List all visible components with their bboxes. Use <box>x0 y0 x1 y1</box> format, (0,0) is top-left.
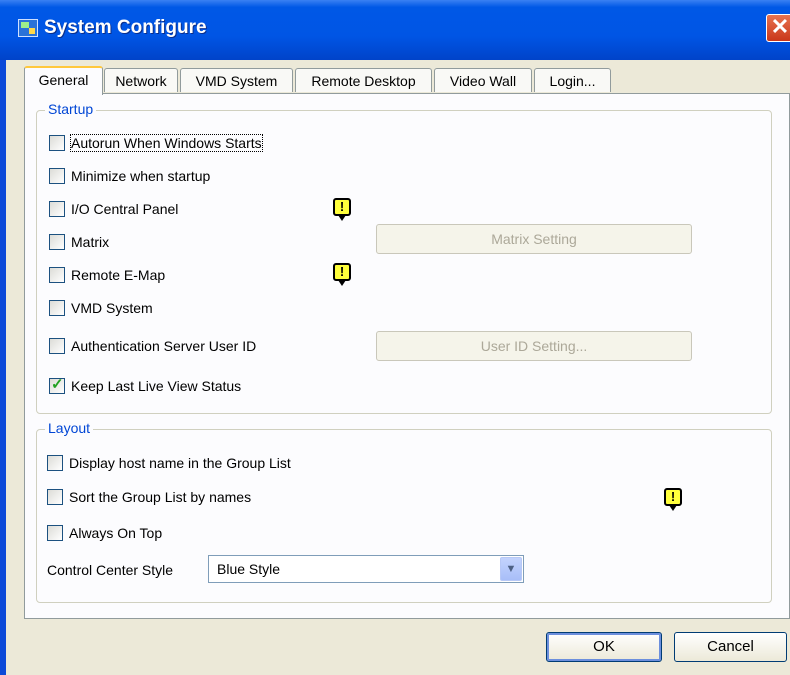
display-host-checkbox[interactable] <box>47 455 63 471</box>
keep-live-option[interactable]: Keep Last Live View Status <box>49 375 241 397</box>
auth-server-label: Authentication Server User ID <box>71 338 257 354</box>
remote-emap-option[interactable]: Remote E-Map <box>49 264 165 286</box>
remote-emap-label: Remote E-Map <box>71 267 166 283</box>
always-on-top-checkbox[interactable] <box>47 525 63 541</box>
vmd-system-label: VMD System <box>71 300 153 316</box>
matrix-checkbox[interactable] <box>49 234 65 250</box>
tab-remote-desktop[interactable]: Remote Desktop <box>295 68 432 92</box>
tab-network[interactable]: Network <box>104 68 178 92</box>
ok-button[interactable]: OK <box>546 632 662 662</box>
general-tab-panel: Startup Autorun When Windows Starts Mini… <box>24 93 790 619</box>
display-host-option[interactable]: Display host name in the Group List <box>47 452 291 474</box>
minimize-label: Minimize when startup <box>71 168 211 184</box>
minimize-option[interactable]: Minimize when startup <box>49 165 210 187</box>
window-title: System Configure <box>44 17 207 38</box>
style-dropdown[interactable]: Blue Style ▼ <box>208 555 524 583</box>
warning-icon: ! <box>664 488 682 511</box>
warning-icon: ! <box>333 198 351 221</box>
io-panel-label: I/O Central Panel <box>71 201 179 217</box>
always-on-top-option[interactable]: Always On Top <box>47 522 162 544</box>
sort-group-checkbox[interactable] <box>47 489 63 505</box>
autorun-label: Autorun When Windows Starts <box>70 134 263 152</box>
minimize-checkbox[interactable] <box>49 168 65 184</box>
window-frame-edge <box>0 60 6 675</box>
sort-group-option[interactable]: Sort the Group List by names <box>47 486 251 508</box>
cancel-button[interactable]: Cancel <box>674 632 787 662</box>
layout-group: Layout Display host name in the Group Li… <box>36 420 772 603</box>
layout-legend: Layout <box>45 420 94 436</box>
close-button[interactable]: ✕ <box>766 14 790 42</box>
tab-vmd-system[interactable]: VMD System <box>180 68 293 92</box>
display-host-label: Display host name in the Group List <box>69 455 291 471</box>
title-bar[interactable]: System Configure ✕ <box>0 0 790 60</box>
tab-login[interactable]: Login... <box>534 68 611 92</box>
auth-server-option[interactable]: Authentication Server User ID <box>49 335 256 357</box>
system-configure-window: System Configure ✕ General Network VMD S… <box>0 0 790 675</box>
autorun-option[interactable]: Autorun When Windows Starts <box>49 132 263 154</box>
tab-general[interactable]: General <box>24 66 103 95</box>
startup-group: Startup Autorun When Windows Starts Mini… <box>36 101 772 414</box>
warning-icon: ! <box>333 263 351 286</box>
app-icon <box>18 19 38 37</box>
keep-live-label: Keep Last Live View Status <box>71 378 242 394</box>
auth-server-checkbox[interactable] <box>49 338 65 354</box>
remote-emap-checkbox[interactable] <box>49 267 65 283</box>
matrix-label: Matrix <box>71 234 110 250</box>
keep-live-checkbox[interactable] <box>49 375 65 394</box>
io-panel-checkbox[interactable] <box>49 201 65 217</box>
matrix-option[interactable]: Matrix <box>49 231 109 253</box>
sort-group-label: Sort the Group List by names <box>69 489 252 505</box>
style-selected-value: Blue Style <box>217 561 281 577</box>
io-panel-option[interactable]: I/O Central Panel <box>49 198 178 220</box>
style-label: Control Center Style <box>47 562 174 578</box>
user-id-setting-button[interactable]: User ID Setting... <box>376 331 692 361</box>
vmd-system-option[interactable]: VMD System <box>49 297 153 319</box>
startup-legend: Startup <box>45 101 97 117</box>
chevron-down-icon[interactable]: ▼ <box>500 557 522 581</box>
always-on-top-label: Always On Top <box>69 525 163 541</box>
matrix-setting-button[interactable]: Matrix Setting <box>376 224 692 254</box>
tab-video-wall[interactable]: Video Wall <box>434 68 532 92</box>
autorun-checkbox[interactable] <box>49 135 65 151</box>
vmd-system-checkbox[interactable] <box>49 300 65 316</box>
